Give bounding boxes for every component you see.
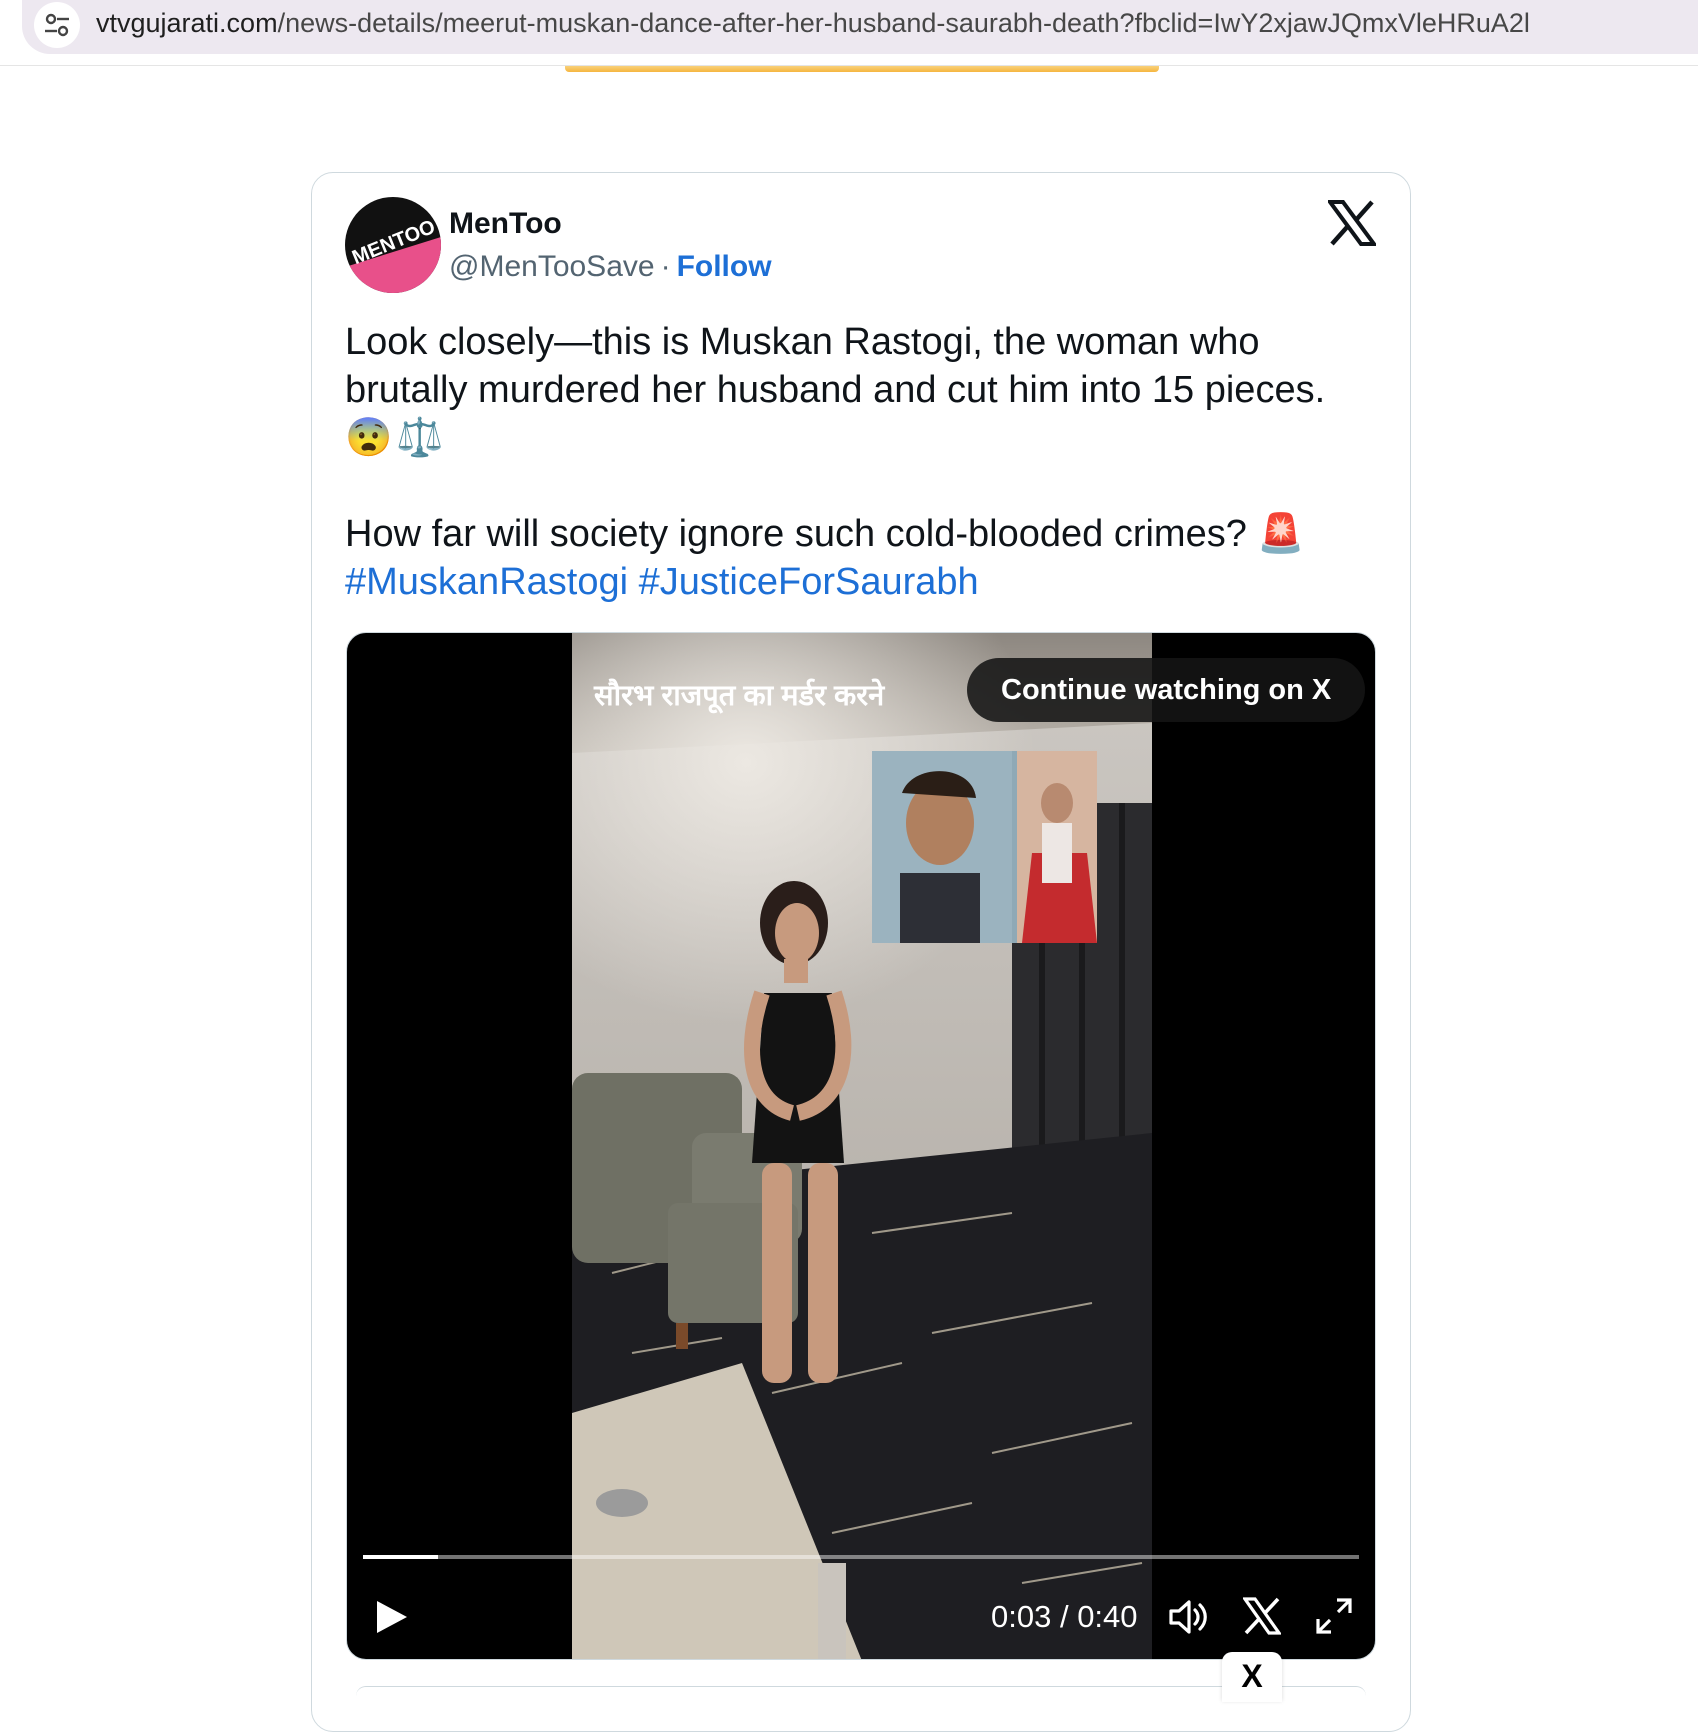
fullscreen-icon[interactable] [1315, 1597, 1353, 1635]
video-overlay-caption: सौरभ राजपूत का मर्डर करने [593, 678, 885, 714]
author-meta: @MenTooSave · Follow [449, 250, 772, 284]
hashtag-muskanrastogi[interactable]: #MuskanRastogi [345, 561, 628, 603]
hashtags: #MuskanRastogi #JusticeForSaurabh [345, 558, 1385, 606]
tweet-text-paragraph-2: How far will society ignore such cold-bl… [345, 510, 1385, 558]
x-small-logo-icon[interactable] [1241, 1597, 1283, 1635]
emoji-row: 😨 ⚖️ [345, 414, 1385, 462]
author-name[interactable]: MenToo [449, 207, 562, 241]
tune-icon[interactable] [34, 2, 80, 48]
volume-icon[interactable] [1167, 1597, 1209, 1637]
x-share-tab[interactable]: X [1222, 1652, 1282, 1702]
x-logo-icon[interactable] [1326, 200, 1378, 246]
duration: 0:40 [1077, 1599, 1138, 1634]
hashtag-justiceforsaurabh[interactable]: #JusticeForSaurabh [639, 561, 979, 603]
video-time: 0:03 / 0:40 [991, 1599, 1138, 1635]
browser-address-bar: vtvgujarati.com/news-details/meerut-musk… [0, 0, 1698, 66]
next-card-edge [356, 1686, 1366, 1696]
fearful-face-emoji: 😨 [345, 417, 393, 459]
video-progress-fill [363, 1555, 438, 1559]
url-domain: vtvgujarati.com [96, 8, 278, 38]
tweet-body: Look closely—this is Muskan Rastogi, the… [345, 318, 1385, 606]
avatar[interactable]: MENTOO [345, 197, 441, 293]
url-path: /news-details/meerut-muskan-dance-after-… [277, 8, 1530, 38]
time-separator: / [1051, 1599, 1078, 1634]
siren-emoji: 🚨 [1257, 513, 1305, 555]
scales-emoji: ⚖️ [396, 417, 444, 459]
continue-watching-button[interactable]: Continue watching on X [967, 658, 1366, 722]
current-time: 0:03 [991, 1599, 1052, 1634]
separator-dot: · [660, 250, 671, 283]
follow-button[interactable]: Follow [677, 250, 772, 283]
video-progress-bar[interactable] [363, 1555, 1359, 1559]
tweet-text-paragraph-1: Look closely—this is Muskan Rastogi, the… [345, 321, 1326, 411]
play-icon[interactable] [371, 1597, 411, 1637]
tweet-question: How far will society ignore such cold-bl… [345, 513, 1247, 555]
author-handle[interactable]: @MenTooSave [449, 250, 655, 283]
url-text[interactable]: vtvgujarati.com/news-details/meerut-musk… [96, 8, 1530, 39]
article-banner-edge [565, 66, 1159, 72]
video-frame: सौरभ राजपूत का मर्डर करने [572, 633, 1152, 1659]
video-player[interactable]: सौरभ राजपूत का मर्डर करने Continue watch… [346, 632, 1376, 1660]
